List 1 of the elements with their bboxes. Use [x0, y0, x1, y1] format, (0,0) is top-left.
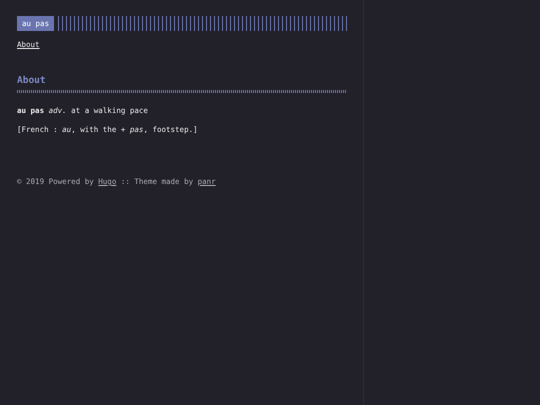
page-title: About	[17, 75, 46, 86]
